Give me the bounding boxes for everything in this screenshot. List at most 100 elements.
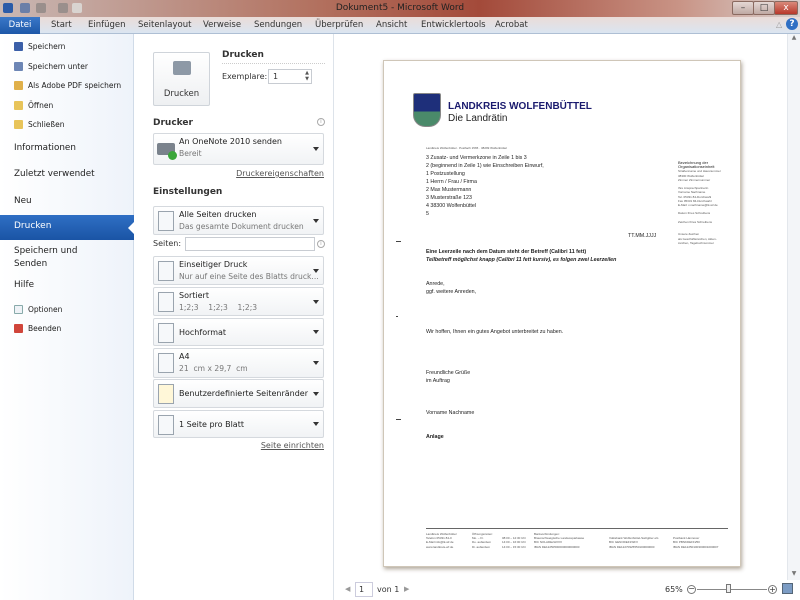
copies-input[interactable]: 1 ▲ ▼ <box>268 69 312 84</box>
scroll-down-icon[interactable]: ▼ <box>789 570 799 580</box>
footer-rule <box>426 528 728 529</box>
divider <box>222 63 325 64</box>
letter-body: Wir hoffen, Ihnen ein gutes Angebot unte… <box>426 329 564 335</box>
letter-date: TT.MM.JJJJ <box>628 233 657 239</box>
duplex-dropdown[interactable]: Einseitiger Druck Nur auf eine Seite des … <box>153 256 324 285</box>
page-number-input[interactable]: 1 <box>355 582 373 597</box>
ribbon-tabs: Datei Start Einfügen Seitenlayout Verwei… <box>0 17 800 34</box>
minimize-button[interactable]: – <box>732 1 754 15</box>
close-button[interactable]: x <box>774 1 798 15</box>
letter-salutation: Anrede, <box>426 281 445 287</box>
settings-heading: Einstellungen <box>153 187 223 197</box>
printer-icon <box>173 61 191 75</box>
collated-icon <box>158 292 174 312</box>
nav-zuletzt-verwendet[interactable]: Zuletzt verwendet <box>14 169 95 179</box>
document-page: LANDKREIS WOLFENBÜTTEL Die Landrätin Lan… <box>383 60 741 567</box>
coat-of-arms-logo <box>413 93 441 127</box>
zoom-slider[interactable] <box>697 589 767 590</box>
collation-dropdown[interactable]: Sortiert 1;2;3 1;2;3 1;2;3 <box>153 287 324 316</box>
tab-start[interactable]: Start <box>51 20 72 30</box>
zoom-slider-thumb[interactable] <box>725 584 731 593</box>
info-icon[interactable]: i <box>317 240 325 248</box>
orientation-dropdown[interactable]: Hochformat <box>153 318 324 346</box>
info-column: Bezeichnung der Organisationseinheit Straß… <box>678 160 721 245</box>
zoom-to-page-icon[interactable] <box>782 583 793 594</box>
margins-star-icon <box>158 384 174 404</box>
tab-entwicklertools[interactable]: Entwicklertools <box>421 20 486 30</box>
copies-label: Exemplare: <box>222 72 268 81</box>
close-folder-icon <box>14 120 23 129</box>
tab-ueberpruefen[interactable]: Überprüfen <box>315 20 363 30</box>
margins-dropdown[interactable]: Benutzerdefinierte Seitenränder <box>153 379 324 408</box>
printer-properties-link[interactable]: Druckereigenschaften <box>153 169 324 178</box>
letter-subject: Eine Leerzeile nach dem Datum steht der … <box>426 249 587 255</box>
pages-per-sheet-dropdown[interactable]: 1 Seite pro Blatt <box>153 410 324 438</box>
nav-schliessen[interactable]: Schließen <box>14 120 65 129</box>
letter-closing: Freundliche Grüße <box>426 370 471 376</box>
nav-hilfe[interactable]: Hilfe <box>14 280 34 290</box>
print-heading: Drucken <box>222 50 264 60</box>
nav-beenden[interactable]: Beenden <box>14 324 61 333</box>
spinner-icon[interactable]: ▲ ▼ <box>305 70 309 82</box>
tab-acrobat[interactable]: Acrobat <box>495 20 528 30</box>
save-icon <box>14 42 23 51</box>
page-setup-link[interactable]: Seite einrichten <box>153 441 324 450</box>
chevron-down-icon <box>313 330 319 337</box>
tab-datei[interactable]: Datei <box>0 17 40 34</box>
tab-verweise[interactable]: Verweise <box>203 20 241 30</box>
vertical-scrollbar[interactable]: ▲ ▼ <box>787 34 800 580</box>
options-icon <box>14 305 23 314</box>
pages-input[interactable] <box>185 237 315 251</box>
next-page-icon[interactable]: ▶ <box>404 585 409 593</box>
paper-icon <box>158 353 174 373</box>
tab-einfuegen[interactable]: Einfügen <box>88 20 126 30</box>
title-bar: Dokument5 - Microsoft Word – □ x <box>0 0 800 17</box>
printer-heading: Drucker <box>153 118 193 128</box>
zoom-level[interactable]: 65% <box>665 585 683 594</box>
nav-neu[interactable]: Neu <box>14 196 32 206</box>
tab-sendungen[interactable]: Sendungen <box>254 20 302 30</box>
nav-oeffnen[interactable]: Öffnen <box>14 101 53 110</box>
paper-size-dropdown[interactable]: A4 21 cm x 29,7 cm <box>153 348 324 378</box>
fold-mark <box>396 419 401 420</box>
zoom-out-icon[interactable]: − <box>687 585 696 594</box>
pages-icon <box>158 211 174 231</box>
chevron-down-icon <box>313 299 319 307</box>
nav-adobe-pdf[interactable]: Als Adobe PDF speichern <box>14 81 121 90</box>
nav-optionen[interactable]: Optionen <box>14 305 62 314</box>
page-per-sheet-icon <box>158 415 174 435</box>
help-icon[interactable]: ? <box>786 18 798 30</box>
print-range-dropdown[interactable]: Alle Seiten drucken Das gesamte Dokument … <box>153 206 324 235</box>
letter-sub: Die Landrätin <box>448 113 508 124</box>
sender-line: Landkreis Wolfenbüttel · Postfach 1565 ·… <box>426 146 507 150</box>
letter-org: LANDKREIS WOLFENBÜTTEL <box>448 101 592 112</box>
page-count: von 1 <box>377 585 400 594</box>
print-button[interactable]: Drucken <box>153 52 210 106</box>
nav-speichern-unter[interactable]: Speichern unter <box>14 62 88 71</box>
minimize-ribbon-icon[interactable]: △ <box>776 20 782 29</box>
fold-mark <box>396 241 401 242</box>
ready-check-icon <box>168 151 177 160</box>
letter-salutation2: ggf. weitere Anreden, <box>426 289 477 295</box>
scroll-up-icon[interactable]: ▲ <box>789 34 799 44</box>
tab-seitenlayout[interactable]: Seitenlayout <box>138 20 191 30</box>
pages-label: Seiten: <box>153 239 182 248</box>
previous-page-icon[interactable]: ◀ <box>345 585 350 593</box>
chevron-down-icon <box>313 268 319 276</box>
nav-drucken[interactable]: Drucken <box>0 215 134 240</box>
info-icon[interactable]: i <box>317 118 325 126</box>
pdf-icon <box>14 81 23 90</box>
portrait-icon <box>158 323 174 343</box>
nav-informationen[interactable]: Informationen <box>14 143 76 153</box>
preview-status-bar: ◀ 1 von 1 ▶ 65% − + <box>335 580 800 600</box>
printer-dropdown[interactable]: An OneNote 2010 senden Bereit <box>153 133 324 165</box>
maximize-button[interactable]: □ <box>753 1 775 15</box>
zoom-in-icon[interactable]: + <box>768 585 777 594</box>
tab-ansicht[interactable]: Ansicht <box>376 20 407 30</box>
address-block: 3 Zusatz- und Vermerkzone in Zeile 1 bis… <box>426 155 544 217</box>
nav-speichern[interactable]: Speichern <box>14 42 65 51</box>
letter-closing2: im Auftrag <box>426 378 450 384</box>
nav-speichern-senden[interactable]: Speichern und Senden <box>14 245 94 271</box>
chevron-down-icon <box>313 361 319 368</box>
single-sided-icon <box>158 261 174 281</box>
